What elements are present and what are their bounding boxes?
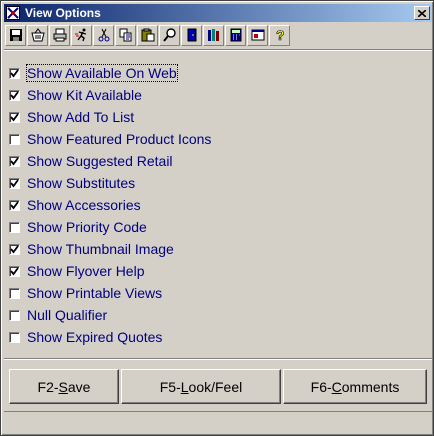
checkbox[interactable]	[9, 177, 20, 189]
library-icon	[207, 29, 219, 41]
paste-tool-button[interactable]	[137, 24, 158, 46]
option-label: Show Kit Available	[27, 87, 142, 103]
save-button-hotkey: S	[58, 378, 68, 395]
option-null-qualifier[interactable]: Null Qualifier	[9, 305, 107, 325]
exit-door-icon	[187, 28, 196, 42]
save-tool-button[interactable]	[5, 24, 26, 46]
option-label: Show Available On Web	[26, 64, 178, 82]
toolbar: ?	[5, 24, 291, 46]
checkbox[interactable]	[9, 243, 20, 255]
option-show-suggested-retail[interactable]: Show Suggested Retail	[9, 151, 173, 171]
checkbox[interactable]	[9, 265, 20, 277]
save-button-prefix: F2-	[37, 378, 59, 395]
look-feel-button-hotkey: L	[180, 378, 189, 395]
checkmark-icon	[10, 178, 19, 187]
option-show-flyover-help[interactable]: Show Flyover Help	[9, 261, 145, 281]
basket-tool-button[interactable]	[27, 24, 48, 46]
checkmark-icon	[10, 266, 19, 275]
checkbox[interactable]	[9, 133, 20, 145]
view-options-window: View Options ? Show Available On Web Sho…	[0, 0, 434, 436]
checkbox[interactable]	[9, 89, 20, 101]
checkbox[interactable]	[9, 67, 20, 79]
look-feel-button[interactable]: F5- Look/Feel	[121, 369, 281, 404]
paste-icon	[141, 28, 154, 42]
option-show-thumbnail-image[interactable]: Show Thumbnail Image	[9, 239, 174, 259]
option-label: Null Qualifier	[27, 307, 108, 323]
checkbox[interactable]	[9, 221, 20, 233]
comments-button-hotkey: C	[331, 378, 342, 395]
option-label: Show Printable Views	[27, 285, 163, 301]
window-title: View Options	[25, 6, 101, 20]
save-button[interactable]: F2- Save	[9, 369, 119, 404]
option-show-add-to-list[interactable]: Show Add To List	[9, 107, 134, 127]
option-label: Show Thumbnail Image	[27, 241, 174, 257]
calculator-tool-button[interactable]	[225, 24, 246, 46]
option-label: Show Suggested Retail	[27, 153, 173, 169]
cut-tool-button[interactable]	[93, 24, 114, 46]
print-tool-button[interactable]	[49, 24, 70, 46]
option-label: Show Accessories	[27, 197, 141, 213]
app-icon	[6, 6, 20, 20]
checkbox[interactable]	[9, 331, 20, 343]
save-icon	[9, 29, 22, 41]
option-label: Show Substitutes	[27, 175, 136, 191]
run-icon	[74, 28, 86, 42]
panel-divider	[4, 358, 432, 360]
save-button-rest: ave	[67, 378, 91, 395]
checkmark-icon	[10, 156, 19, 165]
copy-icon	[119, 28, 131, 42]
checkmark-icon	[10, 90, 19, 99]
cut-icon	[98, 28, 109, 42]
exit-tool-button[interactable]	[181, 24, 202, 46]
checkbox[interactable]	[9, 309, 20, 321]
close-icon	[418, 9, 426, 17]
option-show-featured-product-icons[interactable]: Show Featured Product Icons	[9, 129, 211, 149]
find-icon	[162, 28, 176, 42]
window-icon	[251, 29, 264, 41]
look-feel-button-prefix: F5-	[159, 378, 181, 395]
option-show-substitutes[interactable]: Show Substitutes	[9, 173, 135, 193]
print-icon	[53, 28, 66, 42]
run-tool-button[interactable]	[71, 24, 92, 46]
option-label: Show Flyover Help	[27, 263, 145, 279]
comments-button-rest: omments	[341, 378, 400, 395]
find-tool-button[interactable]	[159, 24, 180, 46]
checkmark-icon	[10, 68, 19, 77]
checkmark-icon	[10, 244, 19, 253]
option-show-accessories[interactable]: Show Accessories	[9, 195, 141, 215]
title-bar[interactable]: View Options	[4, 4, 432, 22]
checkbox[interactable]	[9, 199, 20, 211]
help-icon: ?	[275, 28, 285, 42]
option-show-expired-quotes[interactable]: Show Expired Quotes	[9, 327, 162, 347]
calculator-icon	[230, 28, 241, 42]
checkbox[interactable]	[9, 287, 20, 299]
help-tool-button[interactable]: ?	[269, 24, 290, 46]
option-show-kit-available[interactable]: Show Kit Available	[9, 85, 142, 105]
option-label: Show Add To List	[27, 109, 135, 125]
checkbox[interactable]	[9, 111, 20, 123]
library-tool-button[interactable]	[203, 24, 224, 46]
toolbar-divider	[4, 49, 432, 51]
basket-icon	[30, 28, 45, 42]
option-label: Show Expired Quotes	[27, 329, 163, 345]
checkmark-icon	[10, 200, 19, 209]
option-label: Show Priority Code	[27, 219, 147, 235]
svg-text:?: ?	[276, 28, 285, 42]
window-tool-button[interactable]	[247, 24, 268, 46]
close-button[interactable]	[414, 6, 430, 20]
comments-button-prefix: F6-	[310, 378, 332, 395]
checkmark-icon	[10, 112, 19, 121]
copy-tool-button[interactable]	[115, 24, 136, 46]
option-label: Show Featured Product Icons	[27, 131, 212, 147]
look-feel-button-rest: ook/Feel	[188, 378, 243, 395]
option-show-printable-views[interactable]: Show Printable Views	[9, 283, 162, 303]
option-show-priority-code[interactable]: Show Priority Code	[9, 217, 147, 237]
option-show-available-on-web[interactable]: Show Available On Web	[9, 63, 178, 83]
checkbox[interactable]	[9, 155, 20, 167]
status-bar	[4, 411, 432, 433]
comments-button[interactable]: F6- Comments	[283, 369, 427, 404]
